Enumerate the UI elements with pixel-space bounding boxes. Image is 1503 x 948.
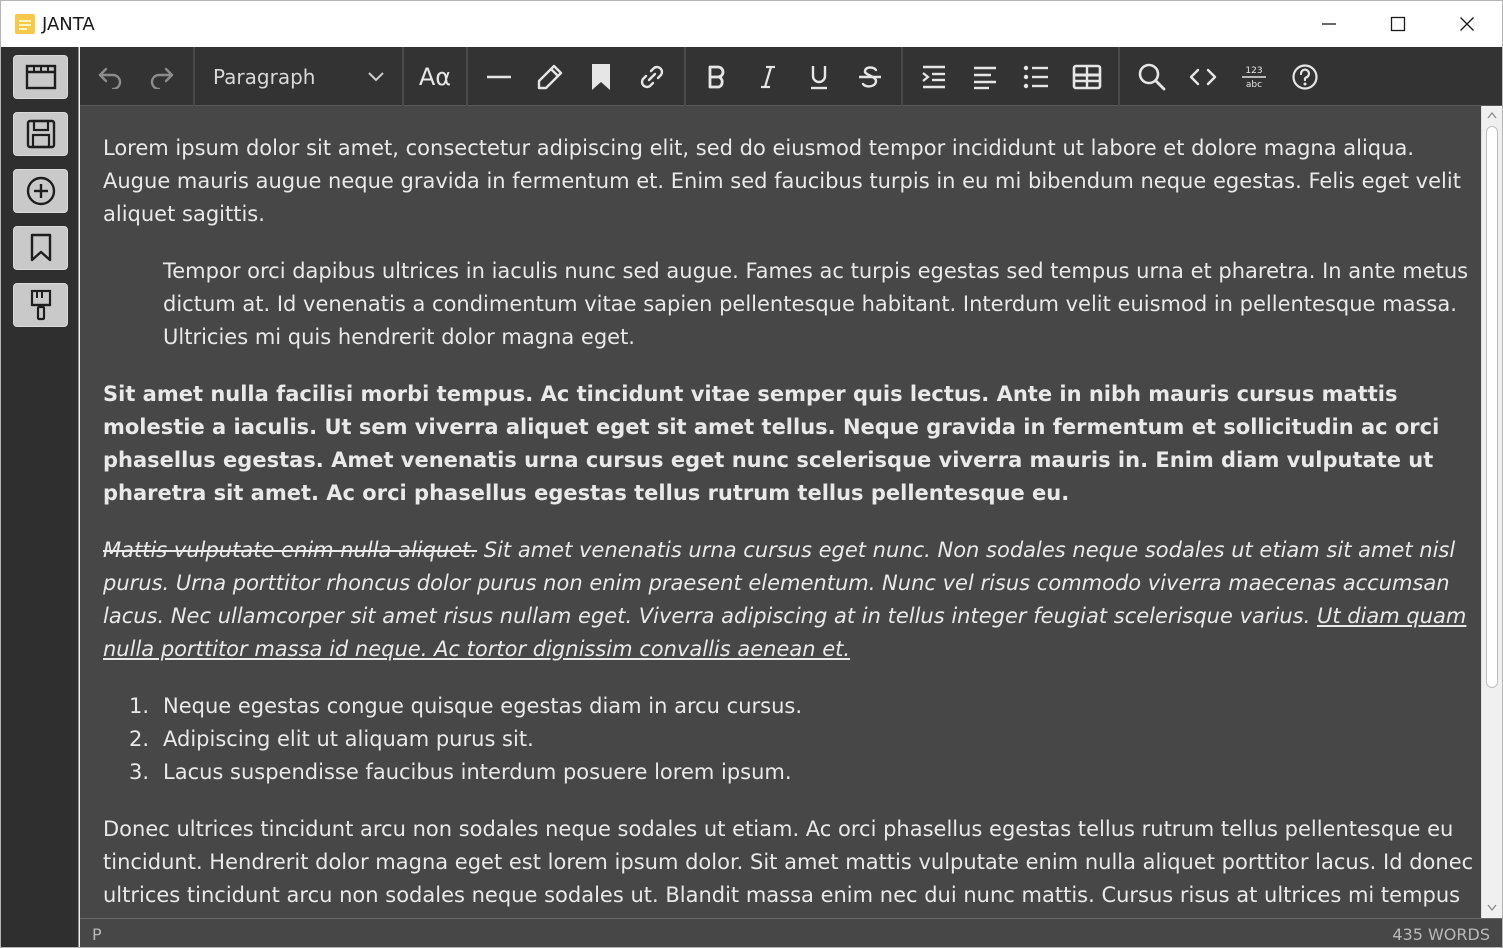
editor-content[interactable]: Lorem ipsum dolor sit amet, consectetur …: [80, 106, 1481, 918]
toolbar-separator: [466, 47, 468, 106]
scroll-down-icon[interactable]: [1487, 904, 1497, 912]
minimize-icon: [1322, 23, 1336, 25]
bookmark-icon: [30, 233, 51, 262]
word-count-button[interactable]: 123 abc: [1234, 57, 1274, 97]
bold-icon: [708, 65, 725, 89]
italic-icon: [761, 65, 775, 89]
align-left-button[interactable]: [965, 57, 1005, 97]
current-element-indicator: P: [92, 925, 102, 944]
list-item: 2. Adipiscing elit ut aliquam purus sit.: [103, 723, 1403, 756]
window-title: JANTA: [42, 14, 95, 35]
maximize-button[interactable]: [1363, 1, 1433, 47]
list-item-number: 1.: [128, 694, 149, 718]
search-icon: [1138, 63, 1166, 91]
italic-paragraph: Mattis vulputate enim nulla aliquet. Sit…: [103, 534, 1478, 666]
italic-button[interactable]: [748, 57, 788, 97]
table-button[interactable]: [1067, 57, 1107, 97]
ordered-list: 1. Neque egestas congue quisque egestas d…: [103, 690, 1403, 789]
bullet-list-button[interactable]: [1016, 57, 1056, 97]
help-button[interactable]: [1285, 57, 1325, 97]
font-size-button[interactable]: Aα: [415, 57, 455, 97]
highlighter-icon: [537, 64, 563, 90]
font-size-icon: Aα: [418, 63, 452, 91]
plus-circle-icon: [26, 176, 55, 206]
list-item: 3. Lacus suspendisse faucibus interdum po…: [103, 756, 1403, 789]
paragraph: Lorem ipsum dolor sit amet, consectetur …: [103, 136, 1461, 226]
strikethrough-icon: [859, 66, 881, 88]
floppy-disk-icon: [26, 119, 55, 149]
table-icon: [1072, 64, 1102, 90]
sidebar-bookmarks-button[interactable]: [13, 226, 68, 270]
word-count-label: 435 WORDS: [1392, 925, 1490, 944]
redo-icon: [150, 67, 174, 89]
highlight-button[interactable]: [530, 57, 570, 97]
vertical-scrollbar[interactable]: [1481, 106, 1502, 918]
close-icon: [1460, 17, 1474, 31]
sidebar-theme-button[interactable]: [13, 283, 68, 327]
paragraph: Donec ultrices tincidunt arcu non sodale…: [103, 817, 1474, 907]
strikethrough-button[interactable]: [850, 57, 890, 97]
underline-button[interactable]: [799, 57, 839, 97]
minimize-button[interactable]: [1294, 1, 1364, 47]
svg-text:abc: abc: [1246, 80, 1262, 90]
horizontal-rule-icon: [487, 75, 511, 79]
formatting-toolbar: Paragraph Aα 123 abc: [80, 47, 1502, 106]
scrollbar-thumb[interactable]: [1486, 126, 1498, 688]
list-item-text: Adipiscing elit ut aliquam purus sit.: [163, 727, 534, 751]
app-logo-icon: [15, 14, 35, 34]
title-bar: JANTA: [1, 1, 1502, 47]
indent-button[interactable]: [914, 57, 954, 97]
strikethrough-text: Mattis vulputate enim nulla aliquet.: [103, 538, 478, 562]
list-item-text: Lacus suspendisse faucibus interdum posu…: [163, 760, 792, 784]
underline-icon: [811, 66, 827, 90]
paragraph-style-select[interactable]: Paragraph: [213, 57, 393, 97]
toolbar-separator: [402, 47, 404, 106]
redo-button[interactable]: [142, 57, 182, 97]
bold-button[interactable]: [697, 57, 737, 97]
toolbar-separator: [193, 47, 195, 106]
undo-button[interactable]: [90, 57, 130, 97]
list-item-number: 3.: [128, 760, 149, 784]
indent-icon: [922, 65, 945, 89]
sidebar-new-button[interactable]: [13, 169, 68, 213]
link-icon: [640, 65, 664, 89]
sidebar-open-button[interactable]: [13, 55, 68, 99]
bullet-list-icon: [1023, 65, 1048, 89]
bookmark-icon: [592, 64, 610, 90]
code-icon: [1189, 68, 1217, 86]
chevron-down-icon: [368, 72, 384, 82]
paragraph-style-value: Paragraph: [213, 65, 316, 89]
bookmark-button[interactable]: [581, 57, 621, 97]
horizontal-rule-button[interactable]: [479, 57, 519, 97]
list-item-number: 2.: [128, 727, 149, 751]
paintbrush-icon: [30, 289, 51, 321]
scroll-up-icon[interactable]: [1487, 111, 1497, 119]
app-window: JANTA Paragraph Aα 123 abc Lorem ipsum d…: [0, 0, 1503, 948]
search-button[interactable]: [1132, 57, 1172, 97]
undo-icon: [98, 67, 122, 89]
toolbar-separator: [901, 47, 903, 106]
folder-icon: [25, 64, 56, 90]
list-item-text: Neque egestas congue quisque egestas dia…: [163, 694, 803, 718]
align-left-icon: [974, 66, 996, 90]
svg-text:123: 123: [1245, 66, 1262, 76]
toolbar-separator: [684, 47, 686, 106]
code-view-button[interactable]: [1183, 57, 1223, 97]
close-button[interactable]: [1432, 1, 1502, 47]
word-count-icon: 123 abc: [1242, 66, 1266, 90]
maximize-icon: [1390, 16, 1406, 32]
status-bar: P 435 WORDS: [80, 918, 1502, 947]
help-icon: [1292, 64, 1318, 90]
blockquote: Tempor orci dapibus ultrices in iaculis …: [163, 259, 1469, 349]
sidebar-save-button[interactable]: [13, 112, 68, 156]
link-button[interactable]: [632, 57, 672, 97]
list-item: 1. Neque egestas congue quisque egestas d…: [103, 690, 1403, 723]
bold-paragraph: Sit amet nulla facilisi morbi tempus. Ac…: [103, 382, 1440, 505]
toolbar-separator: [1118, 47, 1120, 106]
sidebar: [1, 47, 79, 947]
